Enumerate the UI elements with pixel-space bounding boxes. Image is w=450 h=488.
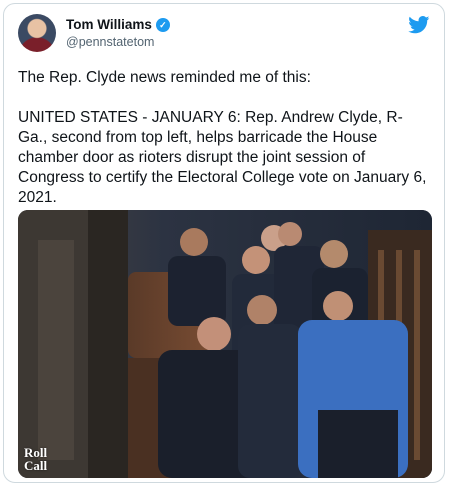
- verified-badge-icon: ✓: [155, 17, 170, 32]
- photo-credit: Roll Call: [24, 445, 48, 473]
- author-name-row: Tom Williams ✓: [66, 17, 170, 32]
- tweet-text: The Rep. Clyde news reminded me of this:…: [18, 69, 427, 206]
- tweet-photo[interactable]: Roll Call: [18, 210, 432, 478]
- tweet-card[interactable]: Tom Williams ✓ @pennstatetom The Rep. Cl…: [3, 3, 445, 483]
- author-name[interactable]: Tom Williams: [66, 17, 152, 32]
- photo-scene: [18, 210, 432, 478]
- avatar[interactable]: [18, 14, 56, 52]
- twitter-bird-icon[interactable]: [408, 16, 430, 34]
- author-handle[interactable]: @pennstatetom: [66, 35, 154, 49]
